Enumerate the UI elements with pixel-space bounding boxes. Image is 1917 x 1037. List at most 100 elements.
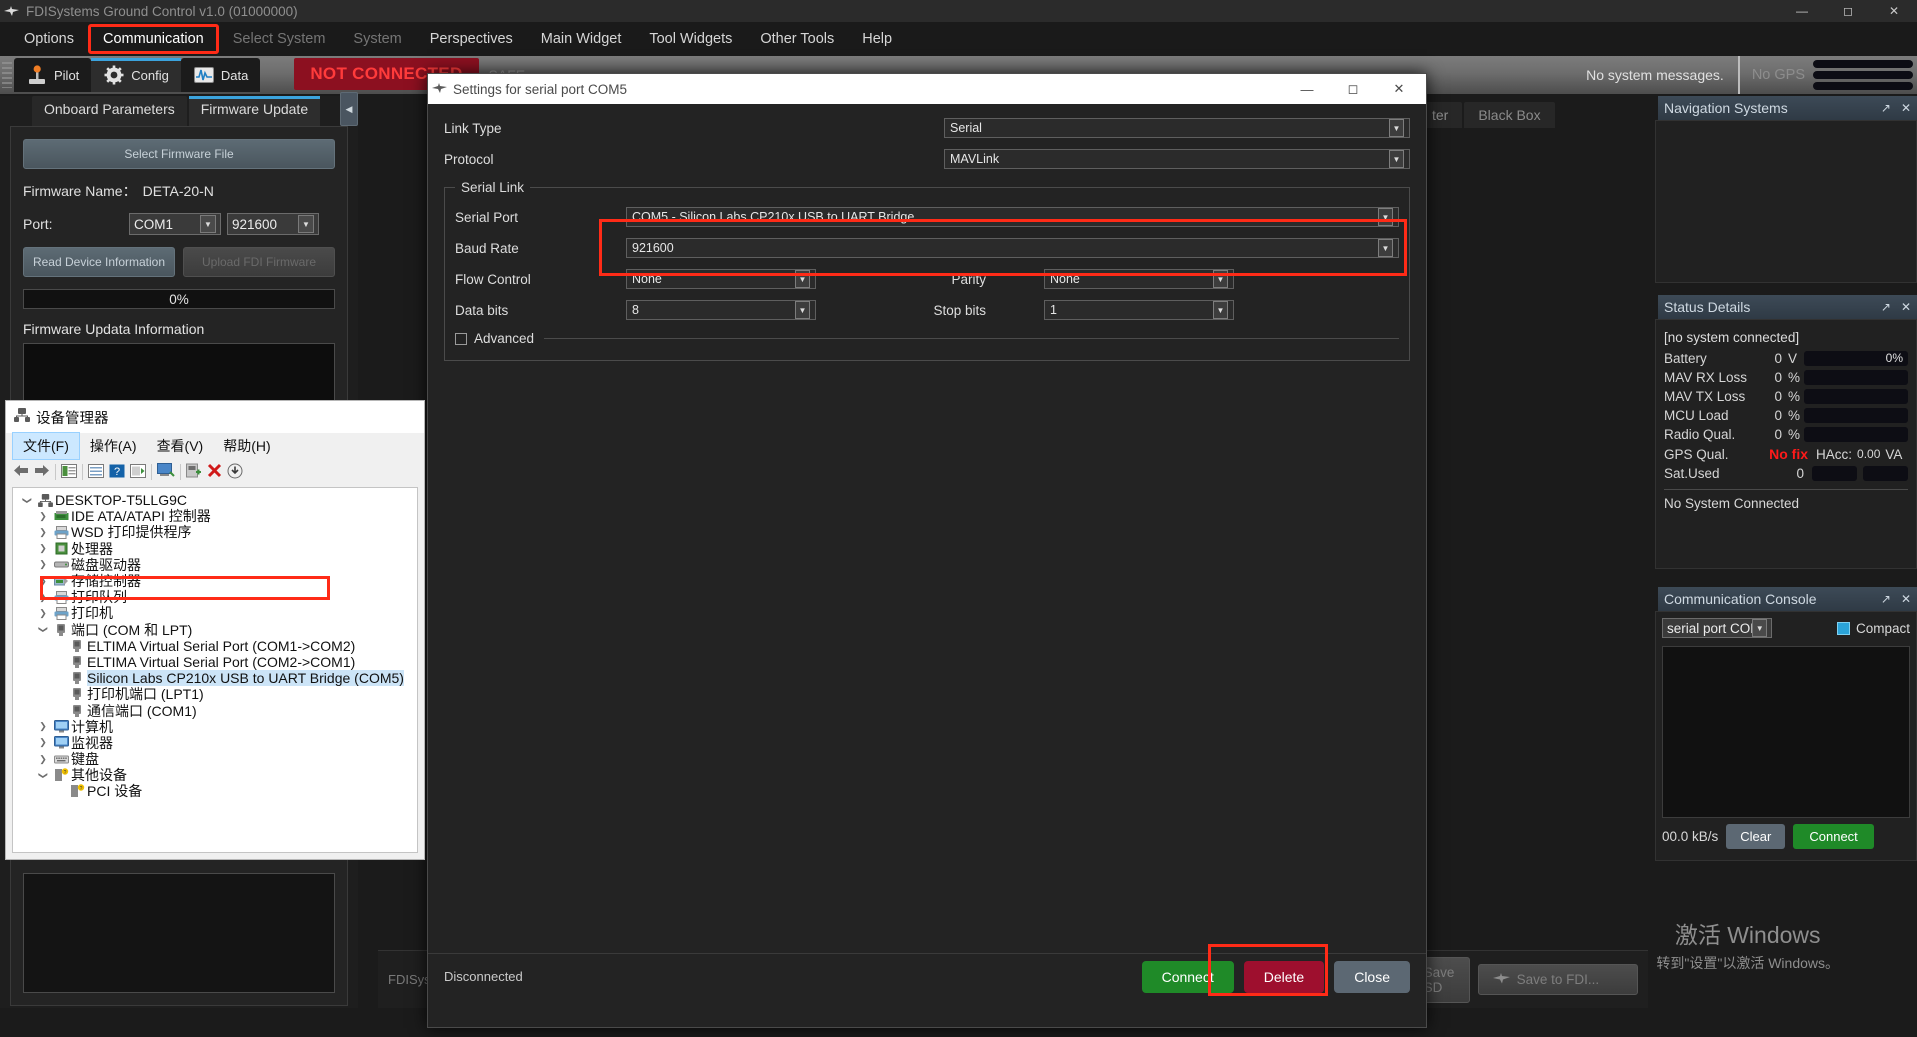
dialog-close-icon[interactable]: ✕ xyxy=(1376,74,1422,104)
advanced-row[interactable]: Advanced xyxy=(455,331,1399,346)
menu-tool-widgets[interactable]: Tool Widgets xyxy=(635,25,746,53)
chevron-down-icon[interactable]: ❯ xyxy=(38,622,49,638)
toolbar-tab-data[interactable]: Data xyxy=(180,58,261,92)
toolbar-tab-config[interactable]: Config xyxy=(91,58,181,92)
dialog-close-button[interactable]: Close xyxy=(1334,960,1410,993)
baud-rate-select[interactable]: 921600 ▼ xyxy=(626,238,1399,258)
compact-checkbox-row[interactable]: Compact xyxy=(1836,621,1910,636)
chevron-down-icon[interactable]: ❯ xyxy=(38,767,49,783)
select-firmware-file-button[interactable]: Select Firmware File xyxy=(23,139,335,169)
menu-perspectives[interactable]: Perspectives xyxy=(416,25,527,53)
chevron-right-icon[interactable]: ❯ xyxy=(35,527,51,538)
menu-select-system[interactable]: Select System xyxy=(219,25,340,53)
device-manager-tree[interactable]: ❯ DESKTOP-T5LLG9C ❯ IDE ATA/ATAPI 控制器 ❯ WSD 打… xyxy=(12,487,418,853)
float-panel-icon[interactable]: ↗ xyxy=(1881,592,1891,606)
device-tree-item[interactable]: ? PCI 设备 xyxy=(13,783,417,799)
chevron-right-icon[interactable]: ❯ xyxy=(35,559,51,570)
app-titlebar: FDISystems Ground Control v1.0 (01000000… xyxy=(0,0,1917,22)
remove-device-icon[interactable] xyxy=(207,463,222,481)
chevron-right-icon[interactable]: ❯ xyxy=(35,721,51,732)
scan-hardware-icon[interactable] xyxy=(157,463,175,481)
list-icon[interactable] xyxy=(88,463,104,481)
communication-console-titlebar: Communication Console ↗ ✕ xyxy=(1655,587,1917,611)
close-panel-icon[interactable]: ✕ xyxy=(1901,101,1911,115)
close-icon[interactable]: ✕ xyxy=(1871,0,1917,22)
chevron-right-icon[interactable]: ❯ xyxy=(35,511,51,522)
device-tree-item[interactable]: ❯? 其他设备 xyxy=(13,767,417,783)
port-select[interactable]: COM1 ▼ xyxy=(129,213,221,235)
chevron-right-icon[interactable]: ❯ xyxy=(35,608,51,619)
toolbar-tab-pilot[interactable]: Pilot xyxy=(14,58,92,92)
help-icon[interactable]: ? xyxy=(109,464,125,481)
link-type-select[interactable]: Serial ▼ xyxy=(944,118,1410,138)
baud-select[interactable]: 921600 ▼ xyxy=(227,213,319,235)
dialog-delete-button[interactable]: Delete xyxy=(1243,960,1325,993)
download-icon[interactable] xyxy=(227,463,243,482)
device-tree-item[interactable]: ELTIMA Virtual Serial Port (COM2->COM1) xyxy=(13,654,417,670)
data-bits-select[interactable]: 8 ▼ xyxy=(626,300,816,320)
menu-help[interactable]: Help xyxy=(848,25,906,53)
port-icon xyxy=(67,687,87,701)
advanced-checkbox[interactable] xyxy=(455,332,467,345)
protocol-select[interactable]: MAVLink ▼ xyxy=(944,149,1410,169)
chevron-right-icon[interactable]: ❯ xyxy=(35,576,51,587)
console-clear-button[interactable]: Clear xyxy=(1726,824,1786,849)
menu-main-widget[interactable]: Main Widget xyxy=(527,25,636,53)
parity-select[interactable]: None ▼ xyxy=(1044,269,1234,289)
chevron-right-icon[interactable]: ❯ xyxy=(35,754,51,765)
back-arrow-icon[interactable] xyxy=(13,464,29,480)
menu-other-tools[interactable]: Other Tools xyxy=(746,25,848,53)
chevron-right-icon[interactable]: ❯ xyxy=(35,737,51,748)
chevron-down-icon: ▼ xyxy=(200,215,216,233)
maximize-icon[interactable]: ◻ xyxy=(1825,0,1871,22)
chevron-down-icon[interactable]: ❯ xyxy=(22,492,33,508)
dm-menu-help[interactable]: 帮助(H) xyxy=(213,433,280,459)
dialog-minimize-icon[interactable]: — xyxy=(1284,74,1330,104)
forward-arrow-icon[interactable] xyxy=(34,464,50,480)
chevron-right-icon[interactable]: ❯ xyxy=(35,592,51,603)
left-panel-collapse-button[interactable]: ◀ xyxy=(340,92,358,126)
dm-menu-view[interactable]: 查看(V) xyxy=(147,433,214,459)
dialog-maximize-icon[interactable]: ◻ xyxy=(1330,74,1376,104)
read-device-information-button[interactable]: Read Device Information xyxy=(23,247,175,277)
battery-value: 0 xyxy=(1774,351,1782,366)
compact-checkbox[interactable] xyxy=(1836,621,1850,635)
properties-icon[interactable] xyxy=(61,463,77,481)
stop-bits-select[interactable]: 1 ▼ xyxy=(1044,300,1234,320)
port-select-value: COM1 xyxy=(134,216,174,232)
device-tree-item-selected[interactable]: Silicon Labs CP210x USB to UART Bridge (… xyxy=(13,670,417,687)
device-tree-item[interactable]: 打印机端口 (LPT1) xyxy=(13,686,417,702)
tab-onboard-parameters[interactable]: Onboard Parameters xyxy=(32,96,187,126)
status-row-radio-qual: Radio Qual. 0 % xyxy=(1664,427,1908,442)
center-tab-black-box[interactable]: Black Box xyxy=(1464,102,1555,128)
device-tree-item[interactable]: ELTIMA Virtual Serial Port (COM1->COM2) xyxy=(13,638,417,654)
close-panel-icon[interactable]: ✕ xyxy=(1901,592,1911,606)
minimize-icon[interactable]: — xyxy=(1779,0,1825,22)
sat-used-label: Sat.Used xyxy=(1664,466,1720,481)
dm-menu-file[interactable]: 文件(F) xyxy=(12,432,80,460)
mcu-load-unit: % xyxy=(1788,408,1801,423)
add-legacy-icon[interactable] xyxy=(186,463,202,481)
menu-system[interactable]: System xyxy=(339,25,415,53)
menu-options[interactable]: Options xyxy=(10,25,88,53)
toolbar-drag-handle[interactable] xyxy=(2,62,12,88)
menu-communication[interactable]: Communication xyxy=(87,24,219,54)
tab-firmware-update[interactable]: Firmware Update xyxy=(188,96,321,126)
update-driver-icon[interactable] xyxy=(130,463,146,481)
flow-control-select[interactable]: None ▼ xyxy=(626,269,816,289)
console-port-select[interactable]: serial port COM ▼ xyxy=(1662,618,1772,638)
dialog-connect-button[interactable]: Connect xyxy=(1141,960,1234,993)
float-panel-icon[interactable]: ↗ xyxy=(1881,101,1891,115)
sat-used-bar xyxy=(1812,466,1857,481)
float-panel-icon[interactable]: ↗ xyxy=(1881,300,1891,314)
console-connect-button[interactable]: Connect xyxy=(1793,824,1874,849)
dialog-body: Link Type Serial ▼ Protocol MAVLink ▼ Se… xyxy=(428,104,1426,999)
chevron-right-icon[interactable]: ❯ xyxy=(35,543,51,554)
serial-port-select[interactable]: COM5 - Silicon Labs CP210x USB to UART B… xyxy=(626,207,1399,227)
status-row-gps-qual: GPS Qual. No fix HAcc: 0.00 VA xyxy=(1664,446,1908,462)
close-panel-icon[interactable]: ✕ xyxy=(1901,300,1911,314)
device-tree-item[interactable]: ❯ 端口 (COM 和 LPT) xyxy=(13,622,417,638)
port-icon xyxy=(51,623,71,637)
dm-menu-action[interactable]: 操作(A) xyxy=(80,433,147,459)
chevron-down-icon: ▼ xyxy=(1389,119,1404,137)
